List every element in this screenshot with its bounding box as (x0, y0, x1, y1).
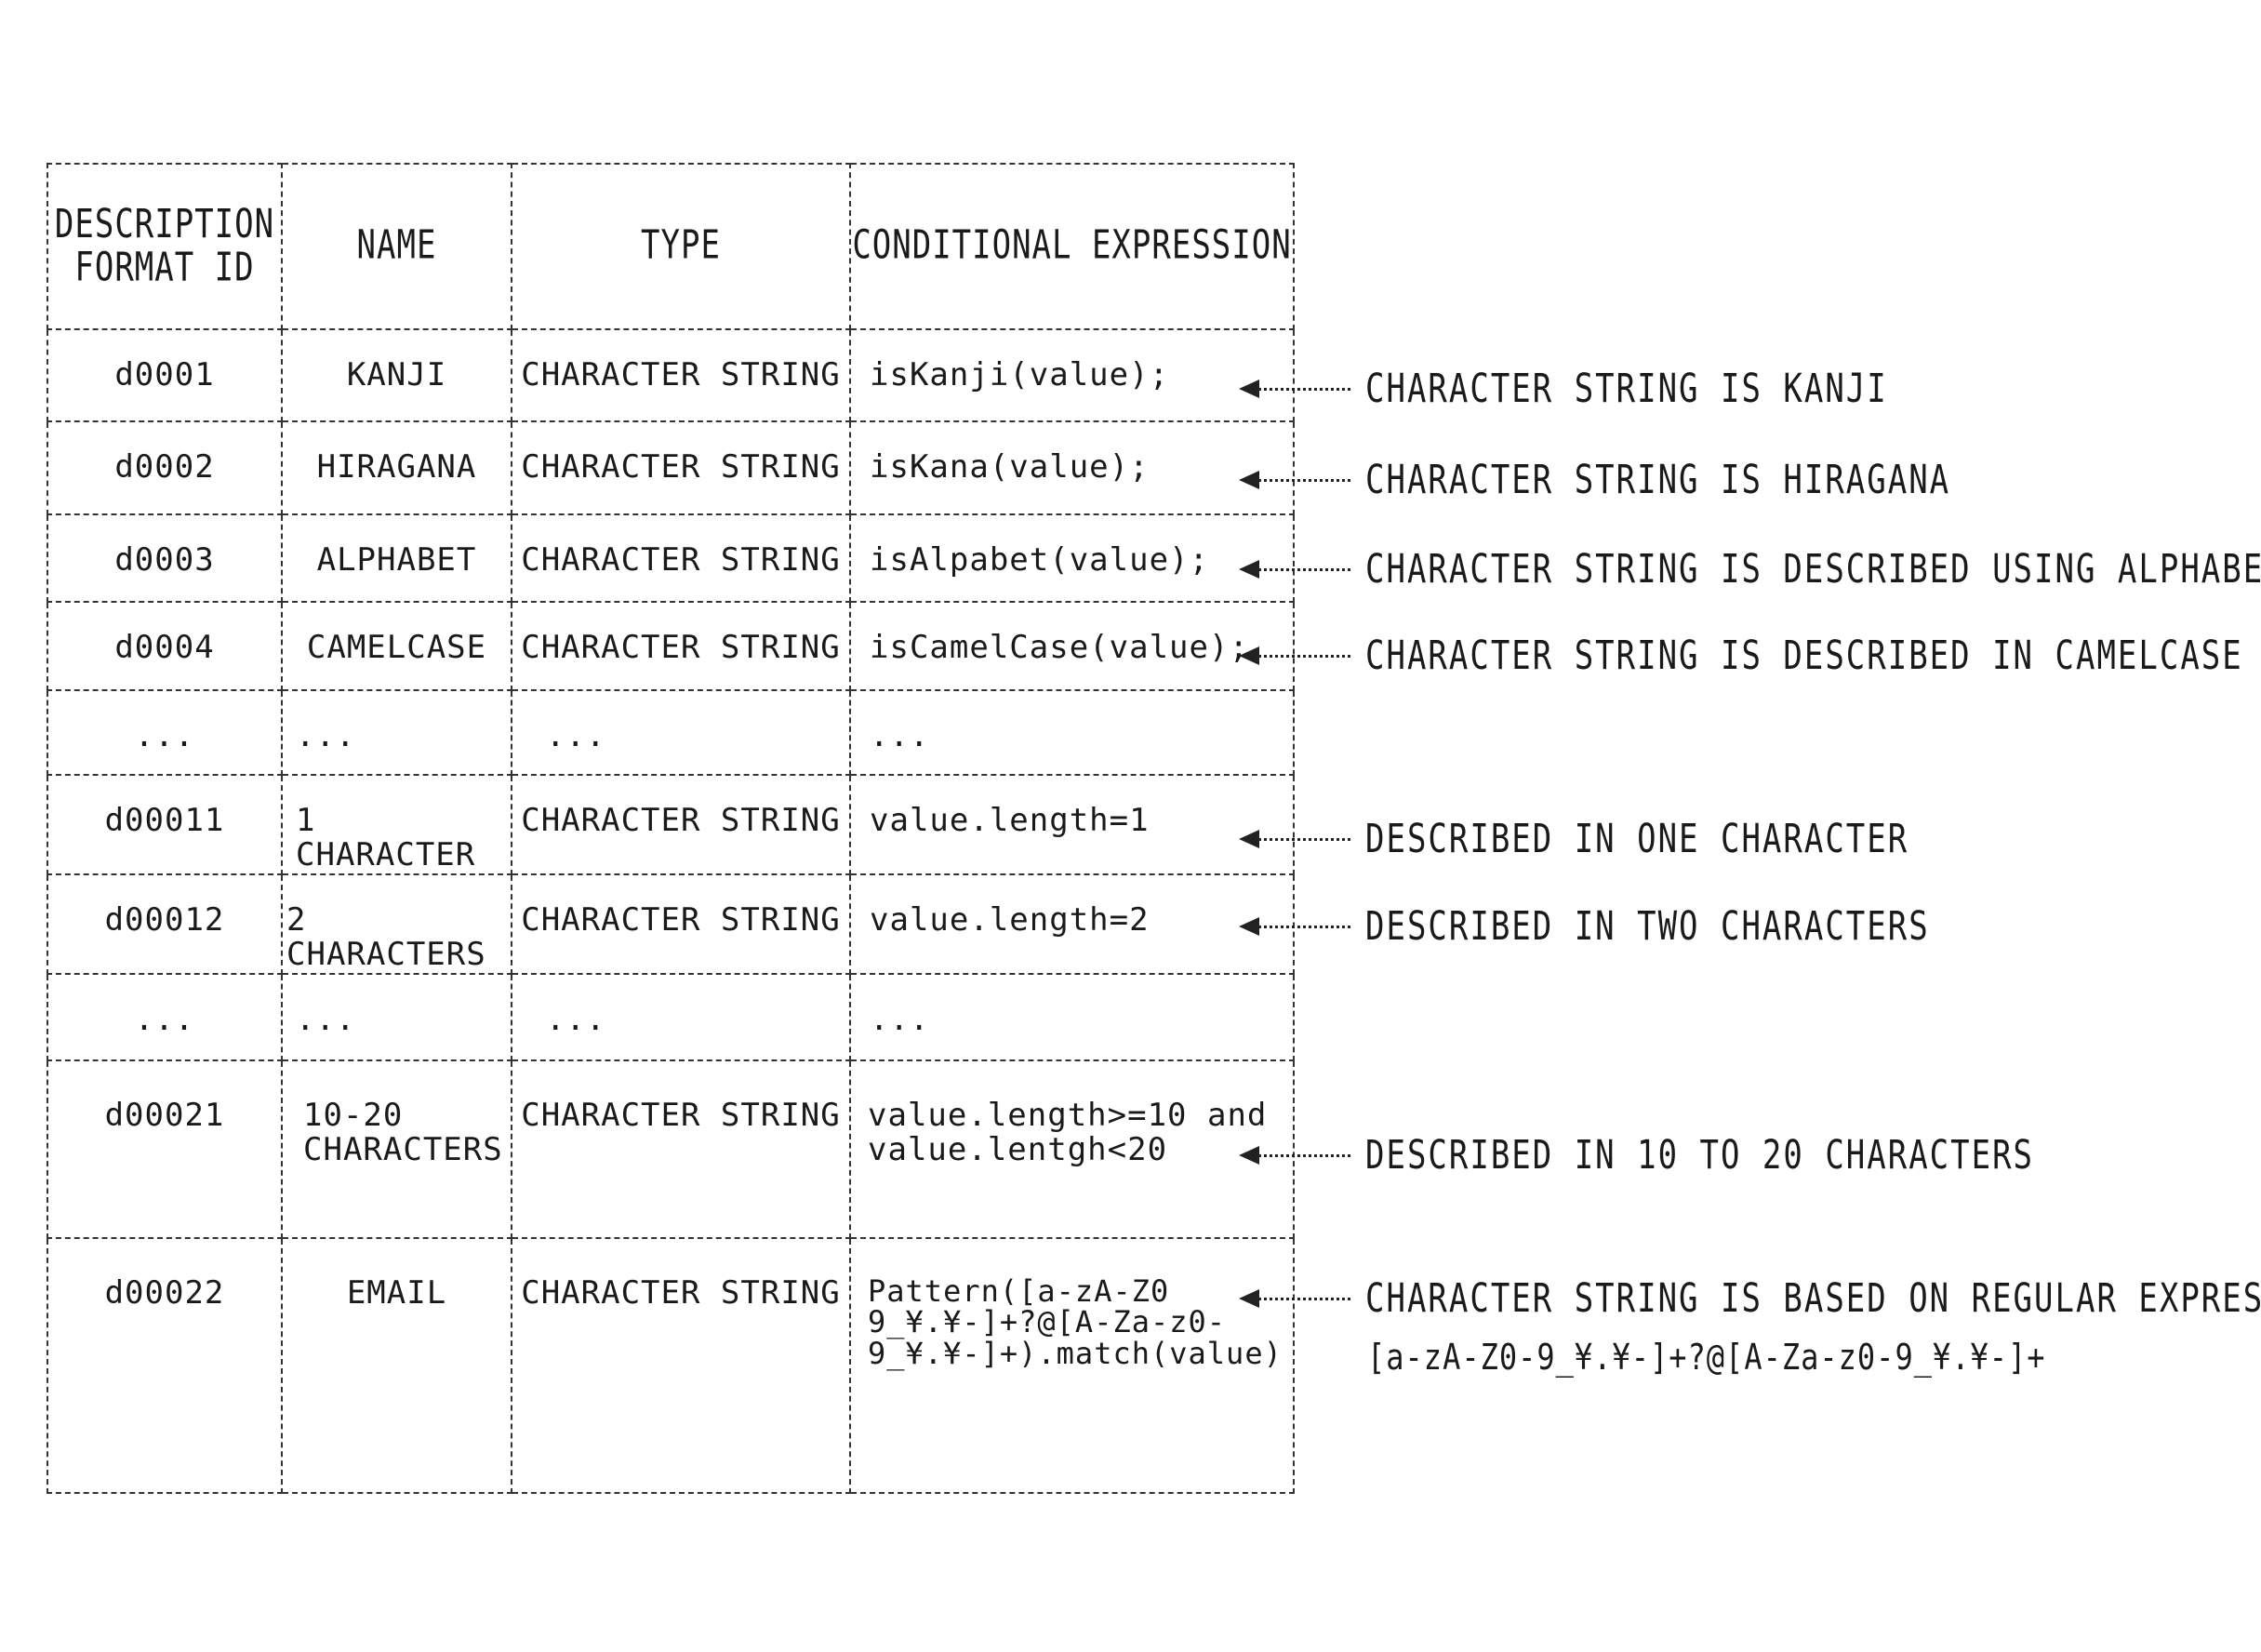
ellipsis: ... (870, 1000, 930, 1038)
conditional-expression: isKana(value); (870, 448, 1150, 486)
format-type: CHARACTER STRING (521, 802, 841, 839)
header-conditional-expression: CONDITIONAL EXPRESSION (849, 141, 1295, 352)
conditional-expression: value.length>=10 and value.lentgh<20 (868, 1096, 1268, 1168)
conditional-expression: Pattern([a-zA-Z0 9_¥.¥-]+?@[A-Za-z0- 9_¥… (868, 1272, 1283, 1371)
format-type: CHARACTER STRING (521, 448, 841, 486)
table-row: d00012 2 CHARACTERS CHARACTER STRING val… (47, 873, 1295, 975)
left-arrow-icon (1239, 820, 1350, 858)
table-row: d0004 CAMELCASE CHARACTER STRING isCamel… (47, 601, 1295, 691)
header-type: TYPE (511, 141, 851, 352)
annotation-text: DESCRIBED IN ONE CHARACTER (1365, 816, 1909, 862)
left-arrow-icon (1239, 461, 1350, 499)
conditional-expression: isCamelCase(value); (870, 629, 1249, 666)
header-name: NAME (281, 141, 512, 352)
format-name: ALPHABET (316, 541, 477, 579)
annotation: DESCRIBED IN TWO CHARACTERS (1239, 903, 1930, 950)
ellipsis: ... (134, 717, 195, 754)
table-row: d00011 1 CHARACTER CHARACTER STRING valu… (47, 774, 1295, 875)
ellipsis: ... (134, 1000, 195, 1038)
format-id: d0002 (114, 448, 215, 486)
format-name: 1 CHARACTER (296, 802, 476, 874)
ellipsis: ... (870, 717, 930, 754)
left-arrow-icon (1239, 551, 1350, 588)
format-type: CHARACTER STRING (521, 541, 841, 579)
annotation-text: CHARACTER STRING IS HIRAGANA (1365, 457, 1951, 503)
annotation-text: CHARACTER STRING IS KANJI (1365, 366, 1888, 412)
ellipsis: ... (296, 717, 356, 754)
annotation: CHARACTER STRING IS DESCRIBED USING ALPH… (1239, 546, 2261, 593)
annotation: CHARACTER STRING IS BASED ON REGULAR EXP… (1239, 1275, 2261, 1322)
annotation-text: DESCRIBED IN 10 TO 20 CHARACTERS (1365, 1132, 2035, 1179)
format-type: CHARACTER STRING (521, 1273, 841, 1312)
annotation-text: CHARACTER STRING IS DESCRIBED IN CAMELCA… (1365, 633, 2243, 679)
annotation-regex: [a-zA-Z0-9_¥.¥-]+?@[A-Za-z0-9_¥.¥-]+ (1367, 1336, 2046, 1379)
format-name: CAMELCASE (306, 629, 487, 666)
annotation: CHARACTER STRING IS DESCRIBED IN CAMELCA… (1239, 633, 2243, 679)
format-id: d0004 (114, 629, 215, 666)
annotation: CHARACTER STRING IS KANJI (1239, 366, 1888, 412)
description-format-table: DESCRIPTION FORMAT ID NAME TYPE CONDITIO… (47, 141, 1295, 1494)
left-arrow-icon (1239, 908, 1350, 945)
format-name: 2 CHARACTERS (286, 900, 486, 974)
format-id: d00022 (104, 1273, 225, 1312)
left-arrow-icon (1239, 1137, 1350, 1174)
ellipsis: ... (296, 1000, 356, 1038)
format-name: EMAIL (346, 1273, 447, 1312)
header-description-format-id: DESCRIPTION FORMAT ID (47, 141, 283, 352)
conditional-expression: isAlpabet(value); (870, 541, 1209, 579)
format-name: 10-20 CHARACTERS (303, 1096, 503, 1168)
annotation-text: CHARACTER STRING IS BASED ON REGULAR EXP… (1365, 1275, 2261, 1322)
ellipsis: ... (546, 1000, 606, 1038)
format-id: d0003 (114, 541, 215, 579)
ellipsis: ... (546, 717, 606, 754)
conditional-expression: value.length=2 (870, 900, 1150, 939)
format-name: HIRAGANA (316, 448, 477, 486)
table-row: d00021 10-20 CHARACTERS CHARACTER STRING… (47, 1059, 1295, 1239)
left-arrow-icon (1239, 637, 1350, 674)
format-id: d00012 (104, 900, 225, 939)
format-id: d00021 (104, 1096, 225, 1134)
table-row: d0002 HIRAGANA CHARACTER STRING isKana(v… (47, 420, 1295, 515)
table-row-ellipsis: ... ... ... ... (47, 972, 1295, 1061)
format-type: CHARACTER STRING (521, 900, 841, 939)
conditional-expression: value.length=1 (870, 802, 1150, 839)
annotation-text: CHARACTER STRING IS DESCRIBED USING ALPH… (1365, 546, 2261, 593)
table-row: d0003 ALPHABET CHARACTER STRING isAlpabe… (47, 513, 1295, 603)
left-arrow-icon (1239, 370, 1350, 407)
annotation: CHARACTER STRING IS HIRAGANA (1239, 457, 1950, 503)
table-row: d00022 EMAIL CHARACTER STRING Pattern([a… (47, 1236, 1295, 1494)
format-id: d00011 (104, 802, 225, 839)
table-row-ellipsis: ... ... ... ... (47, 689, 1295, 776)
format-type: CHARACTER STRING (521, 1096, 841, 1134)
annotation: DESCRIBED IN ONE CHARACTER (1239, 816, 1909, 862)
annotation: DESCRIBED IN 10 TO 20 CHARACTERS (1239, 1132, 2034, 1179)
annotation-text: DESCRIBED IN TWO CHARACTERS (1365, 903, 1930, 950)
format-type: CHARACTER STRING (521, 629, 841, 666)
header-row: DESCRIPTION FORMAT ID NAME TYPE CONDITIO… (47, 141, 1295, 352)
left-arrow-icon (1239, 1280, 1350, 1317)
